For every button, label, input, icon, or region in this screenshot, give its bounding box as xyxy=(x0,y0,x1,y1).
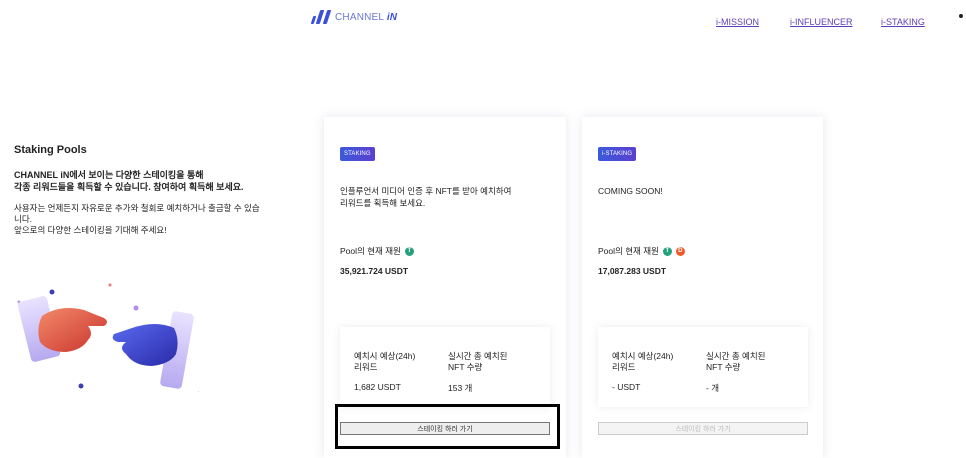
expected-reward-value: - USDT xyxy=(612,382,641,392)
tether-icon: T xyxy=(404,246,414,256)
stats-box: 예치시 예상(24h) 리워드 실시간 총 예치된 NFT 수량 1,682 U… xyxy=(340,327,550,407)
expected-reward-label: 예치시 예상(24h) 리워드 xyxy=(354,351,416,372)
handshake-illustration xyxy=(17,283,199,392)
total-nft-value: - 개 xyxy=(706,383,720,393)
go-staking-button-disabled[interactable]: 스테이킹 하러 가기 xyxy=(598,422,808,435)
tether-icon: T xyxy=(662,246,672,256)
intro-description: 사용자는 언제든지 자유로운 추가와 철회로 예치하거나 출금할 수 있습 니다… xyxy=(14,203,260,235)
istaking-badge: i-STAKING xyxy=(598,147,637,161)
pool-value: 17,087.283 USDT xyxy=(598,266,667,276)
expected-reward-value: 1,682 USDT xyxy=(354,382,401,392)
card-description: COMING SOON! xyxy=(598,186,663,196)
staking-badge: STAKING xyxy=(340,147,375,161)
page-title: Staking Pools xyxy=(14,144,87,156)
pool-label: Pool의 현재 재원 T xyxy=(340,245,414,257)
total-nft-value: 153 개 xyxy=(448,383,473,393)
nav-link-influencer[interactable]: i-INFLUENCER xyxy=(790,17,853,27)
nav-link-staking[interactable]: i-STAKING xyxy=(881,17,925,27)
top-nav: i-MISSION i-INFLUENCER i-STAKING xyxy=(0,17,966,31)
token-icon: D xyxy=(675,246,685,256)
nav-link-mission[interactable]: i-MISSION xyxy=(716,17,759,27)
total-nft-label: 실시간 총 예치된 NFT 수량 xyxy=(448,351,508,372)
menu-dot-icon[interactable] xyxy=(959,14,963,18)
card-description: 인플루언서 미디어 인증 후 NFT를 받아 예치하여 리워드를 획득해 보세요… xyxy=(340,186,512,208)
expected-reward-label: 예치시 예상(24h) 리워드 xyxy=(612,351,674,372)
intro-section: Staking Pools CHANNEL iN에서 보이는 다양한 스테이킹을… xyxy=(14,144,314,236)
intro-lead: CHANNEL iN에서 보이는 다양한 스테이킹을 통해 각종 리워드들을 획… xyxy=(14,170,244,192)
highlight-box xyxy=(335,404,560,449)
pool-label: Pool의 현재 재원 T D xyxy=(598,245,685,257)
istaking-card: i-STAKING COMING SOON! Pool의 현재 재원 T D 1… xyxy=(582,117,823,458)
total-nft-label: 실시간 총 예치된 NFT 수량 xyxy=(706,351,766,372)
pool-value: 35,921.724 USDT xyxy=(340,266,409,276)
stats-box: 예치시 예상(24h) 리워드 실시간 총 예치된 NFT 수량 - USDT … xyxy=(598,327,808,407)
